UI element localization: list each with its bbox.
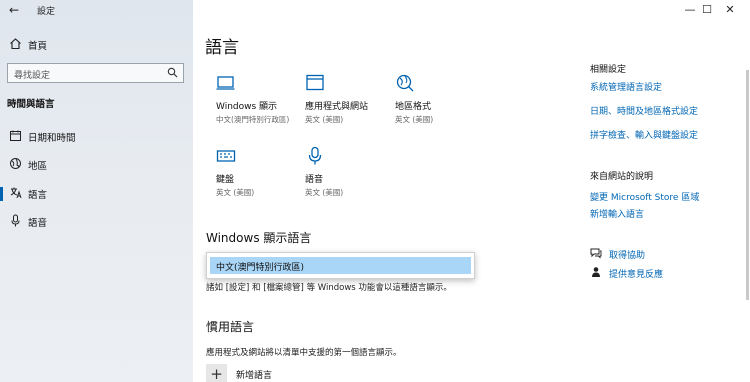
sidebar-item-language[interactable]: 語言 bbox=[0, 182, 193, 206]
related-link-spelling-typing[interactable]: 拼字檢查、輸入與鍵盤設定 bbox=[590, 128, 698, 141]
section-heading: 時間與語言 bbox=[7, 99, 55, 110]
tile-title: 應用程式與網站 bbox=[305, 102, 369, 112]
feedback-icon bbox=[590, 266, 602, 281]
search-input[interactable]: 尋找設定 bbox=[7, 63, 184, 83]
tile-subtitle: 英文 (美國) bbox=[216, 188, 255, 197]
microphone-icon bbox=[305, 146, 325, 166]
tile-subtitle: 英文 (美國) bbox=[395, 115, 434, 124]
related-link-date-time-region[interactable]: 日期、時間及地區格式設定 bbox=[590, 104, 698, 117]
help-chat-icon bbox=[590, 247, 602, 262]
get-help-link[interactable]: 取得協助 bbox=[609, 248, 645, 261]
dropdown-option-selected[interactable]: 中文(澳門特別行政區) bbox=[210, 257, 471, 274]
tile-title: 地區格式 bbox=[395, 102, 432, 112]
region-format-icon bbox=[395, 73, 415, 93]
sidebar-item-label: 語音 bbox=[28, 218, 48, 229]
web-link-store-region[interactable]: 變更 Microsoft Store 區域 bbox=[590, 190, 699, 203]
dropdown-option-label: 中文(澳門特別行政區) bbox=[216, 263, 305, 273]
give-feedback-link[interactable]: 提供意見反應 bbox=[609, 267, 663, 280]
plus-icon: + bbox=[206, 364, 227, 382]
close-button[interactable]: ✕ bbox=[718, 3, 742, 16]
sidebar-item-label: 日期和時間 bbox=[28, 133, 76, 144]
page-title: 語言 bbox=[205, 38, 239, 58]
tile-speech[interactable]: 語音 英文 (美國) bbox=[305, 146, 400, 198]
calendar-icon bbox=[8, 129, 22, 143]
tile-keyboard[interactable]: 鍵盤 英文 (美國) bbox=[216, 146, 311, 198]
keyboard-icon bbox=[216, 146, 236, 166]
language-icon bbox=[8, 186, 22, 200]
search-icon bbox=[167, 67, 178, 81]
maximize-button[interactable]: ☐ bbox=[695, 3, 719, 16]
tile-subtitle: 英文 (美國) bbox=[305, 188, 344, 197]
related-link-admin-language[interactable]: 系統管理語言設定 bbox=[590, 80, 662, 93]
microphone-icon bbox=[8, 214, 22, 228]
tile-apps-websites[interactable]: 應用程式與網站 英文 (美國) bbox=[305, 73, 400, 125]
main-content: — ☐ ✕ 語言 Windows 顯示 中文(澳門特別行政區) 應用程式與網站 … bbox=[193, 0, 750, 382]
tile-regional-format[interactable]: 地區格式 英文 (美國) bbox=[395, 73, 490, 125]
sidebar-item-region[interactable]: 地區 bbox=[0, 153, 193, 177]
search-placeholder: 尋找設定 bbox=[14, 71, 51, 81]
tile-subtitle: 中文(澳門特別行政區) bbox=[216, 115, 290, 124]
preferred-languages-heading: 慣用語言 bbox=[206, 320, 255, 334]
preferred-languages-note: 應用程式及網站將以清單中支援的第一個語言顯示。 bbox=[206, 348, 402, 358]
sidebar-item-date-time[interactable]: 日期和時間 bbox=[0, 125, 193, 149]
back-arrow-icon[interactable]: ← bbox=[9, 3, 19, 17]
sidebar-item-label: 地區 bbox=[28, 161, 48, 172]
web-help-heading: 來自網站的說明 bbox=[590, 172, 654, 182]
tile-title: 鍵盤 bbox=[216, 175, 235, 185]
scrollbar[interactable] bbox=[746, 70, 749, 300]
globe-icon bbox=[8, 157, 22, 171]
sidebar-item-speech[interactable]: 語音 bbox=[0, 210, 193, 234]
tile-subtitle: 英文 (美國) bbox=[305, 115, 344, 124]
title-bar: ← 設定 bbox=[0, 0, 193, 22]
display-language-heading: Windows 顯示語言 bbox=[206, 231, 312, 245]
tile-windows-display[interactable]: Windows 顯示 中文(澳門特別行政區) bbox=[216, 73, 311, 125]
tile-title: Windows 顯示 bbox=[216, 102, 278, 112]
sidebar-item-home[interactable]: 首頁 bbox=[0, 33, 193, 57]
home-icon bbox=[8, 37, 22, 51]
window-icon bbox=[305, 73, 325, 93]
sidebar-item-label: 語言 bbox=[28, 190, 48, 201]
sidebar: ← 設定 首頁 尋找設定 時間與語言 日期和時間 地區 語言 語音 bbox=[0, 0, 193, 382]
app-title: 設定 bbox=[37, 7, 56, 17]
display-language-note: 諸如 [設定] 和 [檔案總管] 等 Windows 功能會以這種語言顯示。 bbox=[206, 283, 452, 293]
sidebar-item-label: 首頁 bbox=[28, 41, 48, 52]
add-language-label: 新增語言 bbox=[236, 371, 273, 381]
tile-title: 語音 bbox=[305, 175, 324, 185]
display-language-dropdown[interactable]: 中文(澳門特別行政區) bbox=[206, 252, 475, 279]
web-link-add-input-language[interactable]: 新增輸入語言 bbox=[590, 207, 644, 220]
related-settings-heading: 相關設定 bbox=[590, 65, 627, 75]
monitor-icon bbox=[216, 73, 236, 93]
